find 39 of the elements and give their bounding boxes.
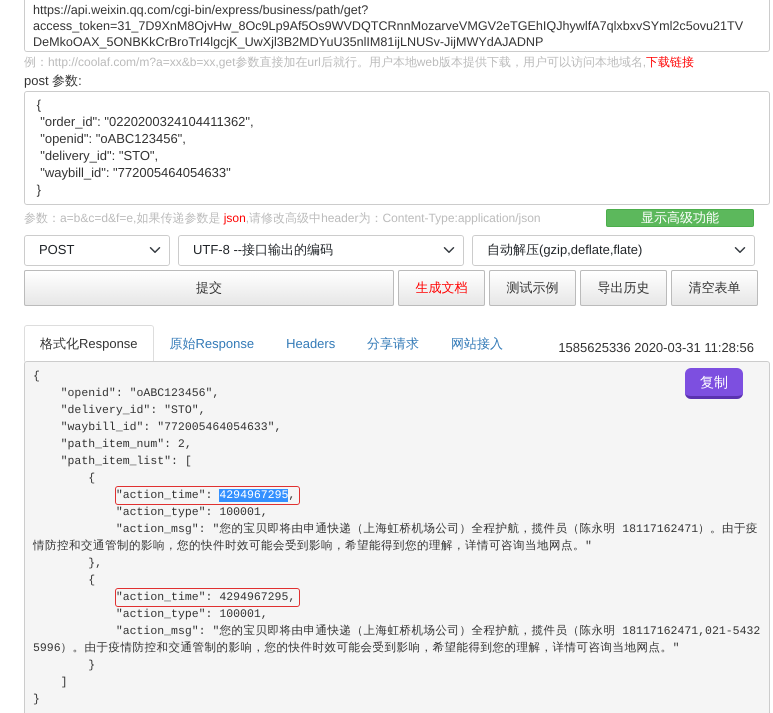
code-line: "action_time": 4294967295, (116, 487, 300, 504)
post-label: post 参数: (24, 72, 83, 90)
button[interactable]: 导出历史 (580, 270, 667, 306)
dropdown[interactable]: 自动解压(gzip,deflate,flate) (472, 234, 755, 266)
hint-text: 例：http://coolaf.com/m?a=xx&b=xx,get参数直接加在url后就行。用户本地web版本提供下载，用户可以访问本地域名, (24, 54, 646, 71)
code-line: } (87, 659, 96, 672)
code-line: { (87, 574, 96, 587)
code-line: } (33, 693, 40, 706)
button[interactable]: 测试示例 (489, 270, 576, 306)
code-line: "path_item_list": [ (60, 455, 192, 468)
code-line: "action_msg": "您的宝贝即将由申通快递（上海虹桥机场公司）全程护航，揽件员（陈永明 18117162471）。由于疫情防控和交通管制的影响，您的快件时效可能会受到影响，希望能得到您的理解，详情可咨询当地网点。" (33, 523, 758, 553)
tab[interactable]: 格式化Response (24, 324, 154, 362)
post-field[interactable]: { "order_id": "0220200324104411362", "openid": "oABC123456", "delivery_id": "STO", "waybill_id": "772005464054633" } (24, 90, 770, 204)
tab[interactable]: Headers (270, 324, 352, 362)
hint-text: 参数：a=b&c=d&f=e,如果传递参数是 json,请修改高级中header为：Content-Type:application/json (24, 210, 541, 226)
code-line: "delivery_id": "STO", (60, 404, 206, 417)
code-line: "action_type": 100001, (114, 506, 268, 519)
code-line: "waybill_id": "772005464054633", (60, 421, 282, 434)
dropdown[interactable]: POST (24, 234, 170, 266)
code-line: { (33, 370, 40, 383)
dropdown[interactable]: UTF-8 --接口输出的编码 (178, 234, 464, 266)
code-line: "action_type": 100001, (114, 608, 268, 621)
tab[interactable]: 网站接入 (435, 324, 520, 362)
code-line: ] (60, 676, 68, 689)
code-line: { (87, 472, 96, 485)
button[interactable]: 清空表单 (671, 270, 758, 306)
code-line: "path_item_num": 2, (60, 438, 192, 451)
tab[interactable]: 分享请求 (351, 324, 436, 362)
url-field[interactable]: https://api.weixin.qq.com/cgi-bin/express/business/path/get? access_token=31_7D9XnM8OjvHw_8Oc9Lp9Af5Os9WVDQTCRnnMozarveVMGV2eTGEhIQJhywlfA7qlxbxvSYml2c5ovu21TVDeMkoOAX_5ONBKkCrBroTrI4lgcjK_UwXjl3B2MDYuU35nlIM81ijLNUSv-JijMWYdAJADNP (24, 0, 770, 52)
generate-doc-button[interactable]: 生成文档 (398, 270, 485, 306)
submit-button[interactable]: 提交 (24, 270, 394, 306)
code-line: }, (87, 557, 102, 570)
copy-button[interactable]: 复制 (685, 368, 743, 399)
code-line: "action_msg": "您的宝贝即将由申通快递（上海虹桥机场公司）全程护航，揽件员（陈永明 18117162471,021-54325996）。由于疫情防控和交通管制的影响，您的快件时效可能会受到影响，希望能得到您的理解，详情可咨询当地网点。" (33, 625, 760, 655)
timestamp: 1585625336 2020-03-31 11:28:56 (558, 338, 754, 356)
code-line: "openid": "oABC123456", (60, 387, 220, 400)
download-link[interactable]: 下载链接 (646, 53, 694, 71)
code-line: "action_time": 4294967295, (116, 589, 300, 606)
tab[interactable]: 原始Response (154, 324, 270, 362)
